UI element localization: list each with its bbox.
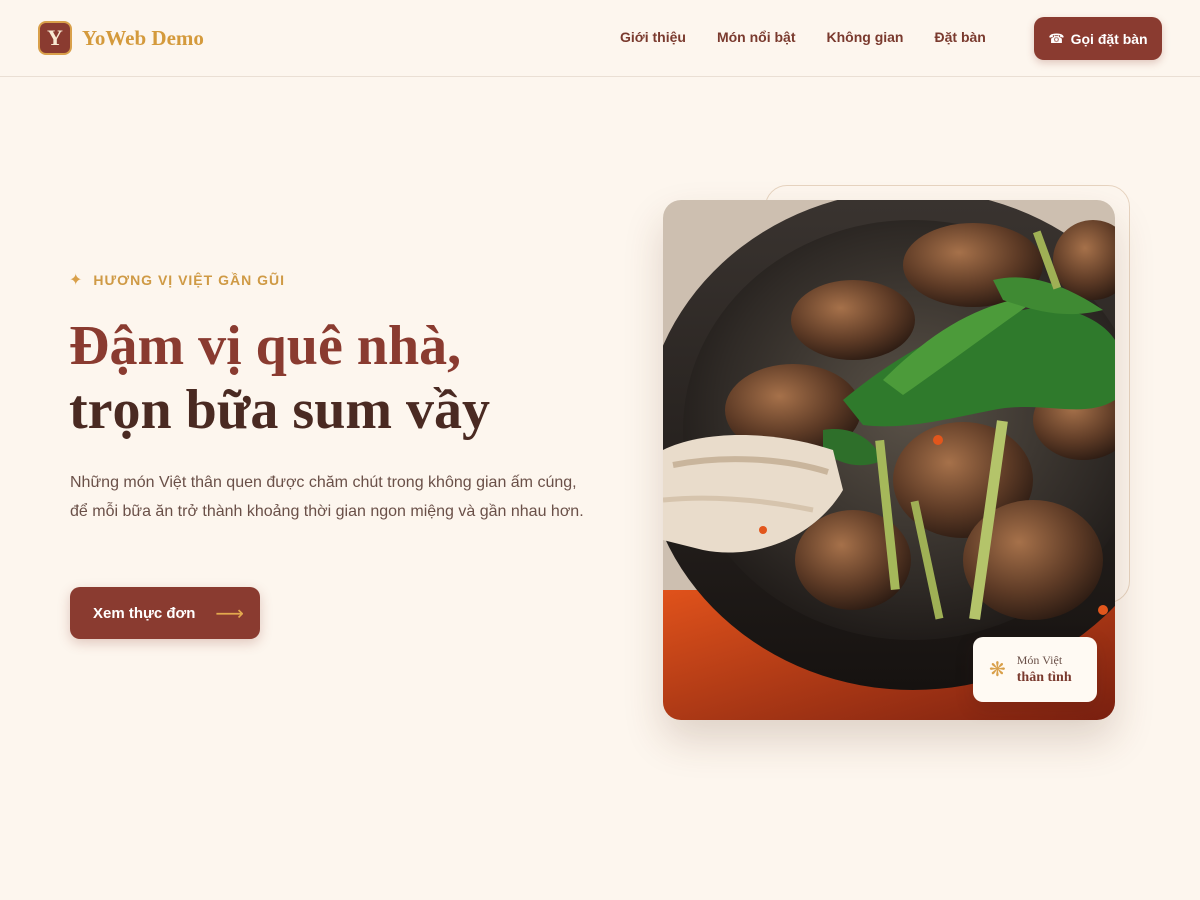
- arrow-right-icon: ⟶: [215, 602, 245, 625]
- site-header: Y YoWeb Demo Giới thiệu Món nổi bật Khôn…: [0, 0, 1200, 77]
- nav-item-gioi-thieu[interactable]: Giới thiệu: [620, 29, 686, 45]
- dish-badge: ❋ Món Việt thân tình: [973, 637, 1097, 702]
- view-menu-button[interactable]: Xem thực đơn ⟶: [70, 587, 260, 639]
- hero-title-line2: trọn bữa sum vầy: [69, 379, 490, 441]
- badge-big-text: thân tình: [1016, 669, 1072, 685]
- hero-title: Đậm vị quê nhà, trọn bữa sum vầy: [69, 314, 589, 442]
- hero-description: Những món Việt thân quen được chăm chút …: [70, 474, 584, 520]
- call-booking-button[interactable]: ☎ Gọi đặt bàn: [1034, 17, 1162, 60]
- badge-text: Món Việt thân tình: [1017, 652, 1072, 688]
- hero-title-line1: Đậm vị quê nhà,: [69, 315, 462, 377]
- eyebrow-text: HƯƠNG VỊ VIỆT GẦN GŨI: [93, 272, 285, 288]
- phone-icon: ☎: [1048, 30, 1065, 46]
- brand-logo[interactable]: Y YoWeb Demo: [38, 21, 204, 55]
- call-booking-label: Gọi đặt bàn: [1070, 30, 1148, 47]
- sparkle-icon: ✦: [69, 272, 84, 289]
- view-menu-label: Xem thực đơn: [93, 604, 196, 622]
- brand-name: YoWeb Demo: [82, 25, 204, 50]
- flower-icon: ❋: [989, 659, 1006, 681]
- hero-eyebrow: ✦ HƯƠNG VỊ VIỆT GẦN GŨI: [69, 270, 285, 290]
- logo-mark-icon: Y: [38, 21, 72, 55]
- nav-item-mon-noi-bat[interactable]: Món nổi bật: [717, 29, 796, 45]
- nav-item-khong-gian[interactable]: Không gian: [827, 29, 904, 45]
- nav-item-dat-ban[interactable]: Đặt bàn: [935, 29, 986, 45]
- badge-small-text: Món Việt: [1016, 652, 1063, 667]
- main-nav: Giới thiệu Món nổi bật Không gian Đặt bà…: [620, 29, 1017, 45]
